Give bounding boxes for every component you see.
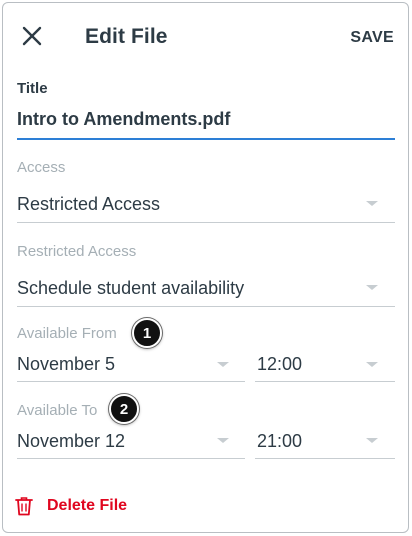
delete-file-label: Delete File: [47, 497, 128, 514]
caret-down-icon: [366, 438, 378, 443]
title-input[interactable]: Intro to Amendments.pdf: [17, 109, 230, 130]
available-from-label: Available From: [17, 325, 117, 342]
title-label: Title: [17, 80, 48, 97]
toolbar: Edit File SAVE: [3, 3, 408, 67]
title-input-underline: [17, 138, 395, 140]
available-from-date-select[interactable]: November 5: [17, 354, 115, 375]
available-to-time-underline: [255, 458, 395, 459]
available-to-label: Available To: [17, 402, 98, 419]
available-to-date-select[interactable]: November 12: [17, 431, 125, 452]
caret-down-icon: [366, 201, 378, 206]
caret-down-icon: [366, 285, 378, 290]
available-from-time-select[interactable]: 12:00: [257, 354, 302, 375]
close-button[interactable]: [21, 25, 43, 47]
save-button[interactable]: SAVE: [350, 29, 394, 47]
access-select[interactable]: Restricted Access: [17, 194, 160, 215]
close-icon: [22, 26, 42, 46]
available-from-time-underline: [255, 381, 395, 382]
caret-down-icon: [217, 362, 229, 367]
access-label: Access: [17, 159, 66, 176]
callout-badge-2: 2: [109, 394, 139, 424]
available-to-time-select[interactable]: 21:00: [257, 431, 302, 452]
edit-file-screen: Edit File SAVE Title Intro to Amendments…: [2, 2, 409, 533]
page-title: Edit File: [85, 25, 168, 48]
delete-file-button[interactable]: Delete File: [15, 493, 127, 519]
restricted-access-label: Restricted Access: [17, 243, 137, 260]
caret-down-icon: [217, 438, 229, 443]
restricted-access-select[interactable]: Schedule student availability: [17, 278, 244, 299]
available-from-date-underline: [17, 381, 245, 382]
trash-icon: [15, 497, 33, 516]
caret-down-icon: [366, 362, 378, 367]
restricted-access-underline: [17, 306, 395, 307]
available-to-date-underline: [17, 458, 245, 459]
callout-badge-1: 1: [132, 318, 162, 348]
access-underline: [17, 222, 395, 223]
